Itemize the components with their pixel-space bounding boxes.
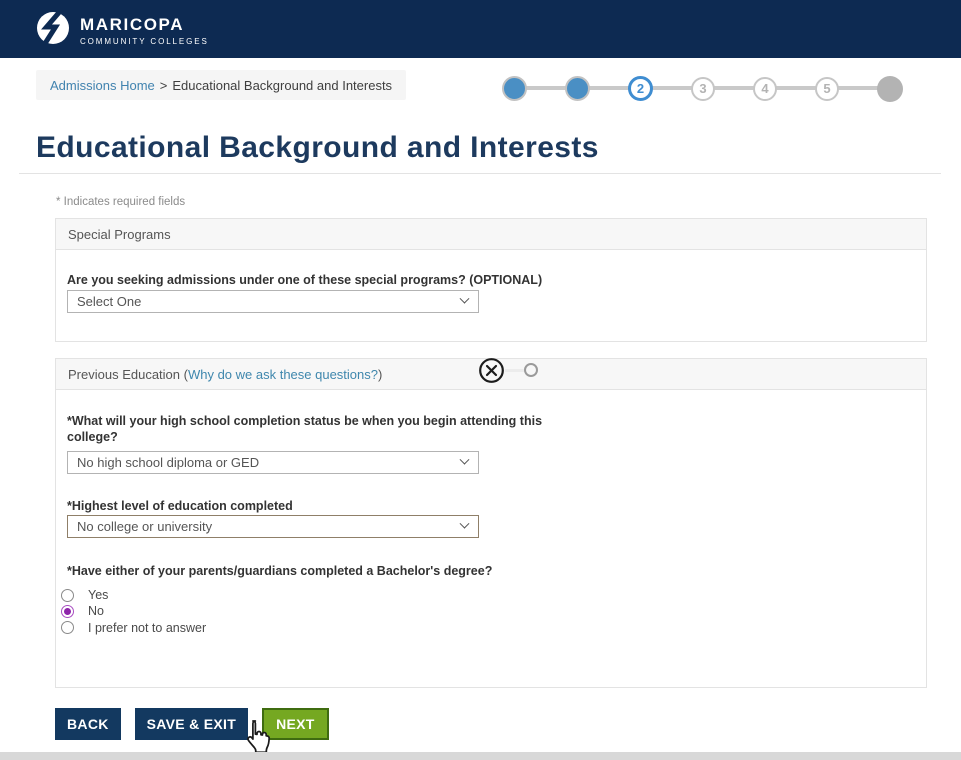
progress-stepper: 2 3 4 5 bbox=[502, 75, 903, 102]
save-exit-button[interactable]: SAVE & EXIT bbox=[134, 708, 249, 740]
radio-circle bbox=[61, 588, 74, 602]
radio-circle bbox=[61, 621, 74, 635]
breadcrumb-current-page: Educational Background and Interests bbox=[172, 77, 393, 93]
brand-tagline: COMMUNITY COLLEGES bbox=[80, 36, 209, 46]
previous-education-panel: Previous Education (Why do we ask these … bbox=[55, 358, 927, 688]
chevron-down-icon bbox=[459, 293, 470, 304]
radio-option-no[interactable]: No bbox=[61, 603, 206, 619]
required-fields-note: * Indicates required fields bbox=[56, 196, 186, 208]
parents-degree-question: *Have either of your parents/guardians c… bbox=[67, 564, 493, 578]
special-programs-select[interactable]: Select One bbox=[67, 290, 479, 313]
breadcrumb-separator: > bbox=[159, 77, 168, 93]
maricopa-logo[interactable]: MARICOPA COMMUNITY COLLEGES bbox=[36, 10, 209, 50]
annotation-connector-line bbox=[505, 369, 524, 372]
small-circle-icon bbox=[524, 363, 538, 377]
maricopa-emblem-icon bbox=[36, 10, 70, 50]
radio-label: Yes bbox=[88, 588, 109, 603]
step-current-2: 2 bbox=[628, 76, 653, 101]
form-action-buttons: BACK SAVE & EXIT NEXT bbox=[55, 708, 329, 740]
radio-label: No bbox=[88, 604, 104, 619]
chevron-down-icon bbox=[459, 454, 470, 465]
step-4: 4 bbox=[753, 76, 777, 101]
why-questions-link[interactable]: Why do we ask these questions? bbox=[188, 367, 378, 382]
radio-circle bbox=[61, 604, 74, 618]
footer-strip bbox=[0, 752, 961, 760]
step-done-2 bbox=[565, 76, 590, 101]
hs-completion-select[interactable]: No high school diploma or GED bbox=[67, 451, 479, 474]
brand-name: MARICOPA bbox=[80, 14, 185, 34]
highest-level-select-value: No college or university bbox=[77, 519, 213, 534]
highest-level-question: *Highest level of education completed bbox=[67, 499, 293, 513]
special-programs-select-value: Select One bbox=[77, 294, 142, 309]
highest-level-select[interactable]: No college or university bbox=[67, 515, 479, 538]
step-3: 3 bbox=[691, 76, 715, 101]
step-5: 5 bbox=[815, 76, 839, 101]
title-divider bbox=[19, 173, 941, 174]
step-done-1 bbox=[502, 76, 527, 101]
page-title: Educational Background and Interests bbox=[36, 131, 599, 164]
special-programs-panel: Special Programs Are you seeking admissi… bbox=[55, 218, 927, 342]
hs-completion-select-value: No high school diploma or GED bbox=[77, 455, 260, 470]
radio-option-prefer-not[interactable]: I prefer not to answer bbox=[61, 620, 206, 636]
next-button[interactable]: NEXT bbox=[262, 708, 329, 740]
chevron-down-icon bbox=[459, 518, 470, 529]
hs-completion-question: *What will your high school completion s… bbox=[67, 414, 543, 445]
back-button[interactable]: BACK bbox=[55, 708, 121, 740]
circled-x-icon bbox=[478, 357, 505, 384]
parents-degree-radio-group: Yes No I prefer not to answer bbox=[61, 587, 206, 636]
step-end bbox=[877, 75, 903, 102]
special-programs-question: Are you seeking admissions under one of … bbox=[67, 273, 543, 287]
top-navigation-bar: MARICOPA COMMUNITY COLLEGES bbox=[0, 0, 961, 58]
special-programs-header: Special Programs bbox=[56, 219, 926, 250]
radio-label: I prefer not to answer bbox=[88, 620, 207, 635]
breadcrumb-admissions-home-link[interactable]: Admissions Home bbox=[50, 78, 155, 93]
breadcrumb: Admissions Home > Educational Background… bbox=[36, 70, 407, 100]
previous-education-header-close-paren: ) bbox=[378, 366, 383, 382]
radio-option-yes[interactable]: Yes bbox=[61, 587, 206, 603]
previous-education-header-text: Previous Education ( bbox=[68, 366, 188, 382]
